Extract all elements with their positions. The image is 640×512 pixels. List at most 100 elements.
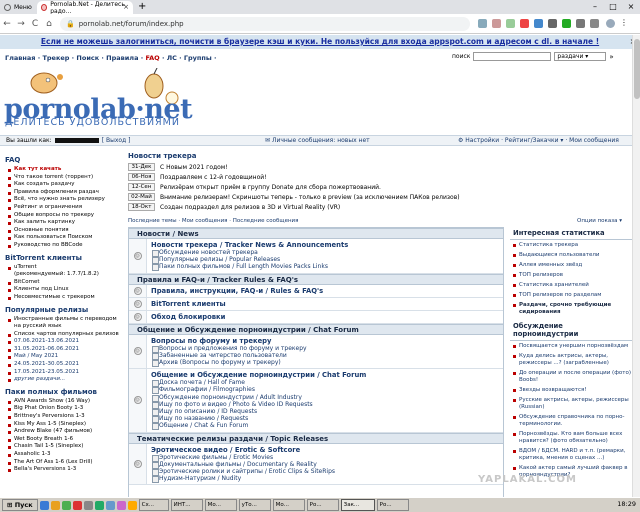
category-header[interactable]: Общение и Обсуждение порноиндустрии / Ch…: [129, 323, 503, 335]
back-button[interactable]: ←: [0, 19, 14, 29]
sidebar-link[interactable]: Рейтинг и ограничения: [8, 204, 123, 212]
user-settings-links[interactable]: ⚙ Настройки · Рейтинг/Закачки ▾ · Мои со…: [458, 136, 619, 146]
search-input[interactable]: [473, 52, 552, 61]
extension-icon[interactable]: [478, 19, 487, 28]
sidebar-link[interactable]: Kiss My Ass 1-5 (Sineplex): [8, 421, 123, 429]
sidebar-link[interactable]: Клиенты под Linux: [8, 286, 123, 294]
taskbar-window-button[interactable]: Мо...: [204, 499, 237, 511]
subforum-link[interactable]: Вопросы и предложения по форуму и трекер…: [151, 345, 307, 353]
extension-icon[interactable]: [590, 19, 599, 28]
discussion-link[interactable]: ВДОМ / БДСМ. HARD и т.п. (ремарки, крити…: [513, 448, 632, 462]
subforum-link[interactable]: Документальные фильмы / Documentary & Re…: [151, 461, 335, 470]
discussion-link[interactable]: Обсуждение справочника по порно-терминол…: [513, 414, 632, 428]
browser-tab-menu[interactable]: Меню: [0, 1, 36, 14]
sidebar-link[interactable]: Как тут качать: [8, 166, 123, 174]
nav-rules[interactable]: Правила: [106, 54, 138, 62]
subforum-link[interactable]: Эротические фильмы / Erotic Movies: [151, 454, 335, 462]
nav-home[interactable]: Главная: [5, 54, 35, 62]
subforum-link[interactable]: Архив (Вопросы по форуму и трекеру): [151, 359, 307, 368]
category-header[interactable]: Новости / News: [129, 228, 503, 239]
quicklaunch-icon[interactable]: [105, 500, 115, 510]
stats-link[interactable]: Статистика трекера: [513, 242, 632, 249]
quicklaunch-icon[interactable]: [61, 500, 71, 510]
subforum-link[interactable]: Паки полных фильмов / Full Length Movies…: [151, 263, 348, 272]
sidebar-link[interactable]: 17.05.2021-23.05.2021: [8, 369, 123, 377]
announcement-banner[interactable]: Если не можешь залогиниться, почисти в б…: [0, 35, 640, 49]
discussion-link[interactable]: Русские актрисы, актеры, режиссеры (Russ…: [513, 397, 632, 411]
sidebar-link[interactable]: The Art Of Ass 1-6 (Lex Drill): [8, 459, 123, 467]
address-bar[interactable]: 🔒 pornolab.net/forum/index.php: [60, 17, 470, 31]
reload-button[interactable]: C: [28, 19, 42, 29]
discussion-link[interactable]: До операции и после операции (фото) Boob…: [513, 370, 632, 384]
taskbar-window-button[interactable]: Сх...: [138, 499, 169, 511]
stats-link[interactable]: ТОП релизеров: [513, 272, 632, 279]
taskbar-window-button[interactable]: Ро...: [376, 499, 409, 511]
private-messages-link[interactable]: ✉ Личные сообщения: новых нет: [265, 136, 370, 146]
subforum-link[interactable]: Нудизм-Натуризм / Nudity: [151, 475, 335, 484]
subforum-link[interactable]: Доска почета / Hall of Fame: [151, 379, 366, 388]
taskbar-window-button[interactable]: ИНТ...: [170, 499, 203, 511]
quicklaunch-icon[interactable]: [116, 500, 126, 510]
start-button[interactable]: ⊞ Пуск: [2, 499, 38, 511]
sidebar-link[interactable]: uTorrent: [8, 264, 123, 272]
discussion-link[interactable]: Посвящается унершин порнозвёздам: [513, 343, 632, 350]
subforum-link[interactable]: Популярные релизы / Popular Releases: [151, 256, 348, 265]
sidebar-link[interactable]: Andrew Blake (47 фильмов): [8, 428, 123, 436]
subforum-link[interactable]: Ищу по фото и видео / Photo & Video ID R…: [151, 401, 366, 410]
sidebar-link[interactable]: Общие вопросы по трекеру: [8, 212, 123, 220]
sidebar-link[interactable]: Май / May 2021: [8, 353, 123, 361]
stats-link[interactable]: Раздачи, срочно требующие сидирования: [513, 302, 632, 316]
sidebar-link[interactable]: Как пользоваться Поиском: [8, 234, 123, 242]
forum-title[interactable]: Вопросы по форуму и трекеру: [151, 337, 307, 345]
subforum-link[interactable]: Фильмографии / Filmographies: [151, 386, 366, 395]
subforum-link[interactable]: Эротические ролики и сайтрипы / Erotic C…: [151, 468, 335, 477]
stats-link[interactable]: Статистика хранителей: [513, 282, 632, 289]
scrollbar-thumb[interactable]: [634, 39, 640, 99]
subforum-link[interactable]: Общение / Chat & Fun Forum: [151, 422, 366, 431]
taskbar-window-button[interactable]: уТо...: [238, 499, 271, 511]
quicklaunch-icon[interactable]: [50, 500, 60, 510]
download-icon[interactable]: [562, 19, 571, 28]
forum-title[interactable]: BitTorrent клиенты: [151, 300, 226, 308]
browser-tab-pornolab[interactable]: Pornolab.Net - Делитесь радо... ×: [37, 1, 133, 15]
close-window-icon[interactable]: ×: [622, 0, 640, 13]
profile-avatar[interactable]: [606, 19, 615, 28]
nav-faq[interactable]: FAQ: [145, 54, 159, 62]
sidebar-link[interactable]: Wet Booty Breath 1-6: [8, 436, 123, 444]
stats-link[interactable]: Аллея именных звёзд: [513, 262, 632, 269]
subforum-link[interactable]: Ищу по описанию / ID Requests: [151, 408, 366, 417]
sidebar-link[interactable]: Как создать раздачу: [8, 181, 123, 189]
extension-icon[interactable]: [534, 19, 543, 28]
logout-link[interactable]: [ Выход ]: [102, 137, 131, 144]
quicklaunch-icon[interactable]: [127, 500, 137, 510]
taskbar-window-button[interactable]: Зак...: [340, 499, 375, 511]
extension-icon[interactable]: [548, 19, 557, 28]
extension-icon[interactable]: [492, 19, 501, 28]
extension-icon[interactable]: [506, 19, 515, 28]
sidebar-link[interactable]: Как залить картинку: [8, 219, 123, 227]
sidebar-link[interactable]: AVN Awards Show (16 Way): [8, 398, 123, 406]
home-button[interactable]: ⌂: [42, 19, 56, 29]
nav-pm[interactable]: ЛС: [167, 54, 177, 62]
quicklaunch-icon[interactable]: [72, 500, 82, 510]
system-clock[interactable]: 18:29: [617, 500, 636, 508]
subforum-link[interactable]: Забаненные за читерство пользователи: [151, 352, 307, 361]
minimize-icon[interactable]: –: [586, 0, 604, 13]
news-link[interactable]: Создан подраздел для релизов в 3D и Virt…: [160, 204, 340, 211]
quicklaunch-icon[interactable]: [83, 500, 93, 510]
sidebar-link[interactable]: Brittney's Perversions 1-3: [8, 413, 123, 421]
sidebar-link[interactable]: Иностранные фильмы с переводом на русски…: [8, 316, 123, 331]
news-link[interactable]: Внимание релизерам! Скриншоты теперь - т…: [160, 194, 460, 201]
recent-topics-links[interactable]: Последние темы · Мои сообщения · Последн…: [128, 218, 298, 224]
nav-search[interactable]: Поиск: [76, 54, 99, 62]
menu-dots-icon[interactable]: ⋮: [620, 19, 629, 28]
forum-title[interactable]: Новости трекера / Tracker News & Announc…: [151, 241, 348, 249]
display-options-dropdown[interactable]: Опции показа ▾: [577, 218, 622, 224]
subforum-link[interactable]: Ищу по названию / Requests: [151, 415, 366, 424]
category-header[interactable]: Тематические релизы раздачи / Topic Rele…: [129, 432, 503, 444]
taskbar-window-button[interactable]: Ро...: [306, 499, 339, 511]
quicklaunch-icon[interactable]: [39, 500, 49, 510]
forward-button[interactable]: →: [14, 19, 28, 29]
sidebar-link[interactable]: Что такое torrent (торрент): [8, 174, 123, 182]
sidebar-link[interactable]: 24.05.2021-30.05.2021: [8, 361, 123, 369]
